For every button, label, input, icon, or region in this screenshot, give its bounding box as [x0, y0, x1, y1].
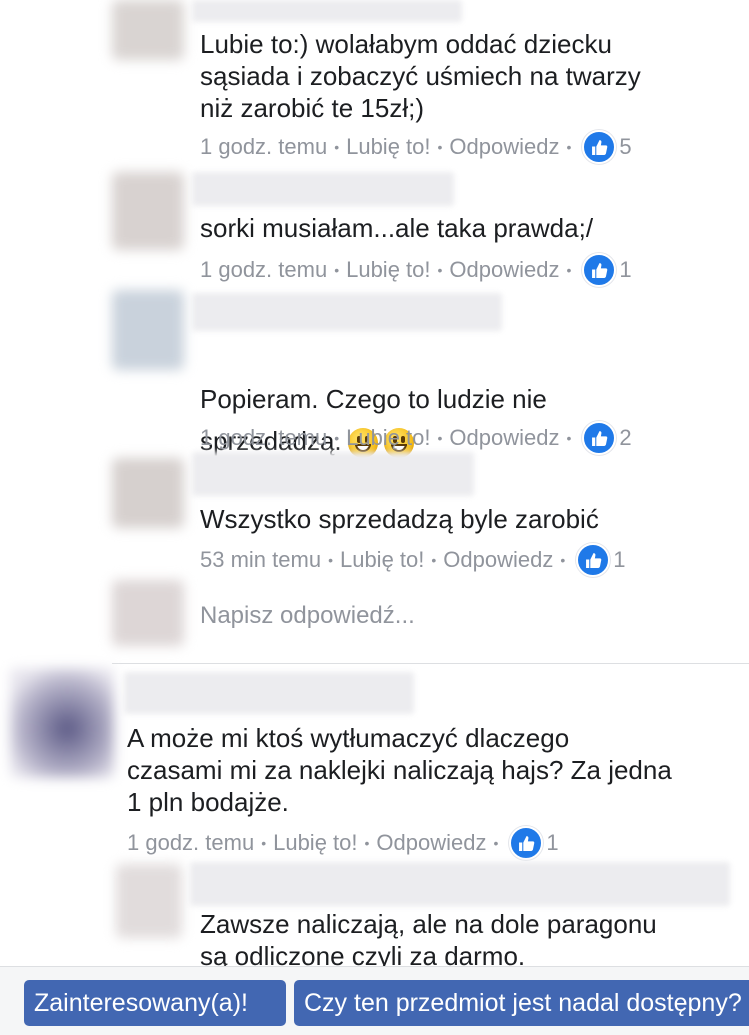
- author-name[interactable]: [192, 0, 462, 22]
- timestamp[interactable]: 1 godz. temu: [200, 425, 327, 451]
- comment-text: Lubie to:) wolałabym oddać dziecku sąsia…: [200, 29, 641, 123]
- comment-meta: 1 godz. temu • Lubię to! • Odpowiedz • 2: [200, 421, 632, 455]
- author-name[interactable]: [192, 293, 502, 331]
- quick-reply-bar: Zainteresowany(a)! Czy ten przedmiot jes…: [0, 966, 749, 1035]
- reply-link[interactable]: Odpowiedz: [449, 134, 559, 160]
- still-available-button[interactable]: Czy ten przedmiot jest nadal dostępny?: [294, 980, 749, 1026]
- timestamp[interactable]: 53 min temu: [200, 547, 321, 573]
- like-link[interactable]: Lubię to!: [346, 425, 430, 451]
- avatar[interactable]: [112, 458, 184, 528]
- like-count[interactable]: 1: [619, 257, 631, 283]
- like-count[interactable]: 1: [546, 830, 558, 856]
- thumbs-up-icon[interactable]: [509, 826, 544, 860]
- thumbs-up-icon[interactable]: [582, 421, 617, 455]
- comment-meta: 1 godz. temu • Lubię to! • Odpowiedz • 1: [127, 826, 559, 860]
- author-name[interactable]: [192, 452, 474, 496]
- like-link[interactable]: Lubię to!: [273, 830, 357, 856]
- divider: [112, 663, 749, 664]
- avatar: [112, 580, 184, 646]
- timestamp[interactable]: 1 godz. temu: [200, 134, 327, 160]
- avatar[interactable]: [112, 0, 184, 60]
- reply-input[interactable]: Napisz odpowiedź...: [200, 602, 415, 630]
- comment-meta: 53 min temu • Lubię to! • Odpowiedz • 1: [200, 543, 626, 577]
- like-link[interactable]: Lubię to!: [340, 547, 424, 573]
- avatar[interactable]: [10, 668, 114, 778]
- author-name[interactable]: [190, 862, 730, 906]
- reply-link[interactable]: Odpowiedz: [376, 830, 486, 856]
- interested-button[interactable]: Zainteresowany(a)!: [24, 980, 286, 1026]
- reply-link[interactable]: Odpowiedz: [443, 547, 553, 573]
- comment-text: sorki musiałam...ale taka prawda;/: [200, 213, 594, 243]
- like-count[interactable]: 2: [619, 425, 631, 451]
- comment-text: Zawsze naliczają, ale na dole paragonu s…: [200, 909, 657, 971]
- reply-link[interactable]: Odpowiedz: [449, 425, 559, 451]
- author-name[interactable]: [124, 672, 414, 714]
- thumbs-up-icon[interactable]: [576, 543, 611, 577]
- thumbs-up-icon[interactable]: [582, 253, 617, 287]
- thumbs-up-icon[interactable]: [582, 130, 617, 164]
- comment-meta: 1 godz. temu • Lubię to! • Odpowiedz • 1: [200, 253, 632, 287]
- author-name[interactable]: [192, 172, 454, 206]
- like-link[interactable]: Lubię to!: [346, 134, 430, 160]
- comment-text: Wszystko sprzedadzą byle zarobić: [200, 504, 599, 534]
- avatar[interactable]: [112, 172, 184, 250]
- like-count[interactable]: 5: [619, 134, 631, 160]
- comment-meta: 1 godz. temu • Lubię to! • Odpowiedz • 5: [200, 130, 632, 164]
- timestamp[interactable]: 1 godz. temu: [127, 830, 254, 856]
- like-count[interactable]: 1: [613, 547, 625, 573]
- avatar[interactable]: [116, 864, 182, 938]
- timestamp[interactable]: 1 godz. temu: [200, 257, 327, 283]
- comment-text: A może mi ktoś wytłumaczyć dlaczego czas…: [127, 723, 672, 817]
- like-link[interactable]: Lubię to!: [346, 257, 430, 283]
- avatar[interactable]: [112, 290, 184, 370]
- reply-link[interactable]: Odpowiedz: [449, 257, 559, 283]
